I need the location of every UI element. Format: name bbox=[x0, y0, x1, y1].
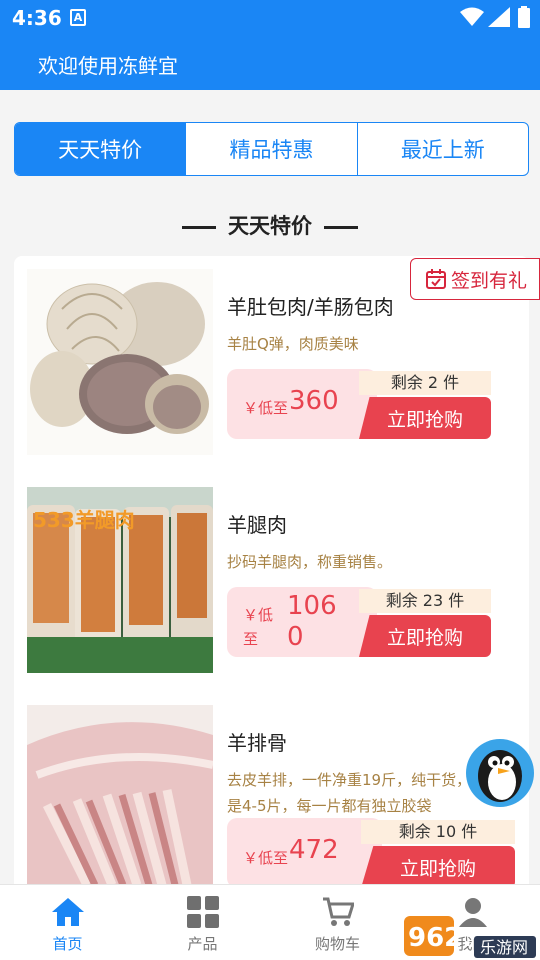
tab-new-arrivals[interactable]: 最近上新 bbox=[356, 123, 528, 175]
price-value: 472 bbox=[289, 835, 339, 865]
status-bar: 4:36 A bbox=[0, 0, 540, 36]
product-name: 羊排骨 bbox=[227, 731, 287, 755]
price-low-label: ￥低至 bbox=[243, 606, 274, 648]
product-image-label: 533羊腿肉 bbox=[33, 508, 135, 532]
checkin-reward-button[interactable]: 签到有礼 bbox=[410, 258, 540, 300]
buy-now-button[interactable]: 立即抢购 bbox=[361, 846, 515, 888]
price-box: ￥低至 360 剩余 2 件 立即抢购 bbox=[227, 369, 492, 439]
page-title: 欢迎使用冻鲜宜 bbox=[38, 54, 178, 78]
nav-home-label: 首页 bbox=[52, 935, 83, 953]
section-title: 天天特价 bbox=[0, 210, 540, 240]
nav-home[interactable]: 首页 bbox=[0, 885, 135, 960]
product-name: 羊腿肉 bbox=[227, 513, 287, 537]
product-image-ribs bbox=[27, 705, 213, 891]
watermark-text-2: 乐游网 bbox=[480, 938, 528, 957]
signal-icon bbox=[488, 7, 510, 27]
tab-daily-special[interactable]: 天天特价 bbox=[15, 123, 186, 175]
buy-now-button[interactable]: 立即抢购 bbox=[359, 397, 491, 439]
nav-cart-label: 购物车 bbox=[314, 935, 360, 953]
price-low-label: ￥低至 bbox=[243, 399, 289, 417]
app-bar: 欢迎使用冻鲜宜 bbox=[0, 36, 540, 90]
product-image-leg: 533羊腿肉 bbox=[27, 487, 213, 673]
wifi-icon bbox=[460, 7, 484, 26]
grid-icon bbox=[186, 896, 219, 928]
cart-icon bbox=[322, 897, 354, 926]
calendar-check-icon bbox=[426, 269, 446, 289]
section-title-text: 天天特价 bbox=[228, 214, 312, 238]
product-desc: 羊肚Q弹，肉质美味 bbox=[227, 335, 359, 353]
price-value: 1060 bbox=[287, 591, 337, 652]
price-box: ￥低至 1060 剩余 23 件 立即抢购 bbox=[227, 587, 492, 657]
stock-remaining: 剩余 2 件 bbox=[359, 371, 491, 395]
penguin-icon bbox=[466, 739, 534, 807]
home-icon bbox=[51, 898, 84, 926]
nav-products-label: 产品 bbox=[187, 935, 218, 953]
tab-premium-deals[interactable]: 精品特惠 bbox=[185, 123, 356, 175]
product-name: 羊肚包肉/羊肠包肉 bbox=[227, 295, 394, 319]
tab-bar: 天天特价 精品特惠 最近上新 bbox=[14, 122, 529, 176]
title-dash-left bbox=[182, 225, 216, 229]
nav-cart[interactable]: 购物车 bbox=[270, 885, 405, 960]
stock-remaining: 剩余 10 件 bbox=[361, 820, 515, 844]
watermark-logo: 962.NET 乐游网 bbox=[396, 896, 540, 960]
product-image-tripe bbox=[27, 269, 213, 455]
product-desc: 抄码羊腿肉，称重销售。 bbox=[227, 553, 393, 571]
price-box: ￥低至 472 剩余 10 件 立即抢购 bbox=[227, 818, 515, 888]
stock-remaining: 剩余 23 件 bbox=[359, 589, 491, 613]
price-low-label: ￥低至 bbox=[243, 849, 289, 867]
nav-products[interactable]: 产品 bbox=[135, 885, 270, 960]
checkin-label: 签到有礼 bbox=[451, 269, 528, 292]
buy-now-button[interactable]: 立即抢购 bbox=[359, 615, 491, 657]
penguin-mascot-button[interactable] bbox=[462, 738, 538, 808]
price-value: 360 bbox=[289, 386, 339, 416]
title-dash-right bbox=[324, 225, 358, 229]
battery-icon bbox=[518, 6, 530, 28]
notification-a-icon: A bbox=[70, 9, 86, 26]
status-time: 4:36 bbox=[12, 6, 62, 30]
